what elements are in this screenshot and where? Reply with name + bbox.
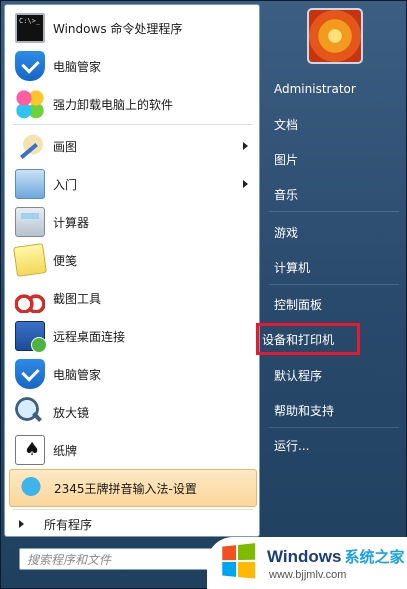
right-item-devices-printers[interactable]: 设备和打印机	[256, 323, 360, 355]
right-item-games[interactable]: 游戏	[269, 219, 401, 245]
right-item-label: 帮助和支持	[274, 403, 335, 418]
calculator-icon	[15, 207, 45, 237]
right-item-label: 图片	[274, 152, 299, 167]
pinned-divider	[13, 124, 253, 125]
right-item-run[interactable]: 运行...	[269, 432, 401, 458]
watermark: Windows 系统之家 www.bjjmlv.com	[207, 537, 407, 589]
pc-manager-shield-icon	[15, 51, 45, 81]
paint-icon	[15, 131, 45, 161]
snipping-tool-icon	[15, 283, 45, 313]
right-item-label: 计算机	[274, 260, 311, 275]
uninstaller-flower-icon	[15, 89, 45, 119]
submenu-arrow-icon[interactable]	[243, 142, 248, 150]
right-item-help[interactable]: 帮助和支持	[269, 397, 401, 423]
program-item-uninstaller[interactable]: 强力卸载电脑上的软件	[9, 85, 257, 123]
start-menu: Windows 命令处理程序 电脑管家 强力卸载电脑上的软件 画图 入门 计算器	[0, 0, 407, 589]
program-label: 纸牌	[53, 443, 78, 458]
sticky-notes-icon	[13, 243, 47, 277]
program-label: 计算器	[53, 215, 90, 230]
right-item-control-panel[interactable]: 控制面板	[269, 291, 401, 317]
ime-settings-icon	[16, 473, 46, 503]
search-placeholder: 搜索程序和文件	[27, 552, 112, 567]
program-label: 电脑管家	[53, 59, 102, 74]
program-item-sticky-notes[interactable]: 便笺	[9, 241, 257, 279]
right-item-label: 游戏	[274, 225, 299, 240]
user-avatar[interactable]	[307, 8, 363, 64]
remote-desktop-icon	[15, 321, 47, 353]
program-label: 放大镜	[53, 405, 90, 420]
expand-arrow-icon	[19, 520, 24, 528]
program-item-solitaire[interactable]: 纸牌	[9, 431, 257, 469]
all-programs-button[interactable]: 所有程序	[13, 513, 253, 535]
pc-manager-shield-icon	[15, 359, 45, 389]
right-item-computer[interactable]: 计算机	[269, 254, 401, 280]
program-label: 2345王牌拼音输入法-设置	[54, 481, 197, 496]
all-programs-label: 所有程序	[44, 517, 93, 532]
program-label: 强力卸载电脑上的软件	[53, 97, 174, 112]
programs-pane: Windows 命令处理程序 电脑管家 强力卸载电脑上的软件 画图 入门 计算器	[4, 4, 260, 537]
right-item-pictures[interactable]: 图片	[269, 146, 401, 172]
program-label: 入门	[53, 177, 78, 192]
magnifier-icon	[15, 397, 45, 427]
program-label: 画图	[53, 139, 78, 154]
watermark-brand-en: Windows	[267, 547, 342, 566]
right-item-label: 音乐	[274, 187, 299, 202]
program-item-remote-desktop[interactable]: 远程桌面连接	[9, 317, 257, 355]
right-item-user[interactable]: Administrator	[269, 76, 401, 102]
getting-started-icon	[15, 169, 45, 199]
program-item-pc-manager-2[interactable]: 电脑管家	[9, 355, 257, 393]
program-item-getting-started[interactable]: 入门	[9, 165, 257, 203]
right-divider	[269, 284, 399, 285]
right-item-label: 文档	[274, 117, 299, 132]
program-item-paint[interactable]: 画图	[9, 127, 257, 165]
program-item-ime-settings[interactable]: 2345王牌拼音输入法-设置	[9, 469, 257, 507]
program-item-magnifier[interactable]: 放大镜	[9, 393, 257, 431]
program-item-snipping-tool[interactable]: 截图工具	[9, 279, 257, 317]
program-label: 截图工具	[53, 291, 102, 306]
solitaire-cards-icon	[15, 435, 45, 465]
right-divider	[269, 427, 399, 428]
all-programs-divider	[13, 509, 253, 510]
right-item-label: 运行...	[274, 438, 310, 453]
right-item-documents[interactable]: 文档	[269, 111, 401, 137]
windows-logo-icon	[222, 543, 257, 581]
program-label: Windows 命令处理程序	[53, 21, 183, 36]
right-item-label: 控制面板	[274, 297, 323, 312]
right-divider	[269, 211, 399, 212]
right-item-label: 设备和打印机	[262, 332, 335, 347]
program-item-cmd[interactable]: Windows 命令处理程序	[9, 9, 257, 47]
program-item-calculator[interactable]: 计算器	[9, 203, 257, 241]
right-item-music[interactable]: 音乐	[269, 181, 401, 207]
program-label: 便笺	[53, 253, 78, 268]
right-item-default-programs[interactable]: 默认程序	[269, 362, 401, 388]
program-label: 远程桌面连接	[53, 329, 126, 344]
right-item-label: 默认程序	[274, 368, 323, 383]
program-item-pc-manager[interactable]: 电脑管家	[9, 47, 257, 85]
watermark-brand: Windows 系统之家	[267, 546, 404, 567]
watermark-url: www.bjjmlv.com	[269, 569, 347, 581]
program-label: 电脑管家	[53, 367, 102, 382]
command-prompt-icon	[15, 13, 45, 43]
search-input[interactable]: 搜索程序和文件	[19, 548, 238, 570]
watermark-brand-cn: 系统之家	[344, 549, 405, 566]
right-item-label: Administrator	[274, 82, 356, 96]
submenu-arrow-icon[interactable]	[243, 180, 248, 188]
